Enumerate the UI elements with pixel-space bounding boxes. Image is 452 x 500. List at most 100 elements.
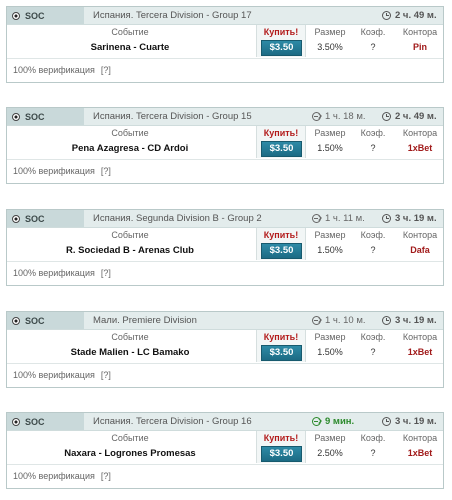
event-name: Stade Malien - LC Bamako [70,347,190,358]
help-link[interactable]: [?] [101,370,111,380]
buy-label: Купить! [263,27,299,37]
help-link[interactable]: [?] [101,471,111,481]
event-header: Событие [111,128,149,138]
clock-icon [382,316,391,325]
card-body: Событие R. Sociedad B - Arenas Club Купи… [7,228,443,262]
bookmaker-header: Контора [402,230,438,240]
timer-text: 1 ч. 11 м. [325,213,365,224]
size-header: Размер [314,27,346,37]
clock-icon [382,112,391,121]
card-body: Событие Sarinena - Cuarte Купить! $3.50 … [7,25,443,59]
event-header: Событие [111,332,149,342]
time-since-tip: 1 ч. 18 м. [312,108,366,125]
verification-text: 100% верификация [13,471,95,481]
buy-button[interactable]: $3.50 [261,141,302,157]
soccer-ball-icon [12,316,20,325]
timer-text: 9 мин. [325,416,355,427]
card-header: SOC Испания. Tercera Division - Group 15… [7,108,443,126]
time-since-tip: 9 мин. [312,413,354,430]
clock-icon [382,11,391,20]
buy-cell: Купить! $3.50 [256,431,306,463]
sport-label: SOC [25,315,45,326]
time-since-tip: 1 ч. 10 м. [312,312,366,329]
event-name: Naxara - Logrones Promesas [64,448,196,459]
verification-text: 100% верификация [13,268,95,278]
tip-card: SOC Испания. Segunda Division B - Group … [6,209,444,286]
tip-card: SOC Испания. Tercera Division - Group 17… [6,6,444,83]
size-value: 1.50% [317,143,343,153]
sport-tab[interactable]: SOC [7,312,84,329]
timer-text: 3 ч. 19 м. [395,213,437,224]
tip-card: SOC Испания. Tercera Division - Group 16… [6,412,444,489]
card-body: Событие Pena Azagresa - CD Ardoi Купить!… [7,126,443,160]
time-to-start: 3 ч. 19 м. [382,312,437,329]
timer-text: 3 ч. 19 м. [395,416,437,427]
bookmaker-value: 1xBet [407,347,433,357]
card-header: SOC Испания. Segunda Division B - Group … [7,210,443,228]
tip-card: SOC Мали. Premiere Division 1 ч. 10 м. 3… [6,311,444,388]
coef-value: ? [370,42,376,52]
event-header: Событие [111,230,149,240]
soccer-ball-icon [12,112,20,121]
card-header: SOC Испания. Tercera Division - Group 16… [7,413,443,431]
time-to-start: 3 ч. 19 м. [382,210,437,227]
size-header: Размер [314,433,346,443]
bookmaker-header: Контора [402,27,438,37]
event-header: Событие [111,433,149,443]
bookmaker-value: 1xBet [407,448,433,458]
buy-cell: Купить! $3.50 [256,25,306,57]
size-header: Размер [314,230,346,240]
buy-button[interactable]: $3.50 [261,446,302,462]
coef-header: Коэф. [360,230,386,240]
buy-button[interactable]: $3.50 [261,40,302,56]
card-footer: 100% верификация [?] [7,262,443,286]
card-footer: 100% верификация [?] [7,59,443,83]
size-value: 1.50% [317,245,343,255]
bookmaker-value: 1xBet [407,143,433,153]
coef-header: Коэф. [360,433,386,443]
coef-value: ? [370,448,376,458]
buy-cell: Купить! $3.50 [256,126,306,158]
coef-header: Коэф. [360,128,386,138]
sport-label: SOC [25,111,45,122]
sport-tab[interactable]: SOC [7,7,84,24]
event-name: R. Sociedad B - Arenas Club [66,245,194,256]
coef-header: Коэф. [360,27,386,37]
card-body: Событие Stade Malien - LC Bamako Купить!… [7,330,443,364]
event-header: Событие [111,27,149,37]
size-header: Размер [314,332,346,342]
sport-tab[interactable]: SOC [7,108,84,125]
coef-value: ? [370,245,376,255]
soccer-ball-icon [12,214,20,223]
clock-icon [382,417,391,426]
buy-label: Купить! [263,128,299,138]
coef-value: ? [370,347,376,357]
time-to-start: 2 ч. 49 м. [382,108,437,125]
sport-tab[interactable]: SOC [7,210,84,227]
league-name: Испания. Tercera Division - Group 16 [93,416,252,427]
arrow-clock-icon [312,214,321,223]
clock-icon [382,214,391,223]
card-footer: 100% верификация [?] [7,160,443,184]
buy-label: Купить! [263,230,299,240]
league-name: Мали. Premiere Division [93,315,197,326]
buy-button[interactable]: $3.50 [261,243,302,259]
sport-label: SOC [25,10,45,21]
timer-text: 2 ч. 49 м. [395,10,437,21]
league-name: Испания. Segunda Division B - Group 2 [93,213,262,224]
size-value: 1.50% [317,347,343,357]
buy-cell: Купить! $3.50 [256,330,306,362]
timer-text: 3 ч. 19 м. [395,315,437,326]
size-value: 2.50% [317,448,343,458]
bookmaker-value: Dafa [410,245,430,255]
help-link[interactable]: [?] [101,65,111,75]
sport-tab[interactable]: SOC [7,413,84,430]
sport-label: SOC [25,213,45,224]
help-link[interactable]: [?] [101,268,111,278]
size-value: 3.50% [317,42,343,52]
help-link[interactable]: [?] [101,166,111,176]
timer-text: 1 ч. 18 м. [325,111,366,122]
time-to-start: 2 ч. 49 м. [382,7,437,24]
buy-button[interactable]: $3.50 [261,345,302,361]
event-name: Pena Azagresa - CD Ardoi [71,143,189,154]
